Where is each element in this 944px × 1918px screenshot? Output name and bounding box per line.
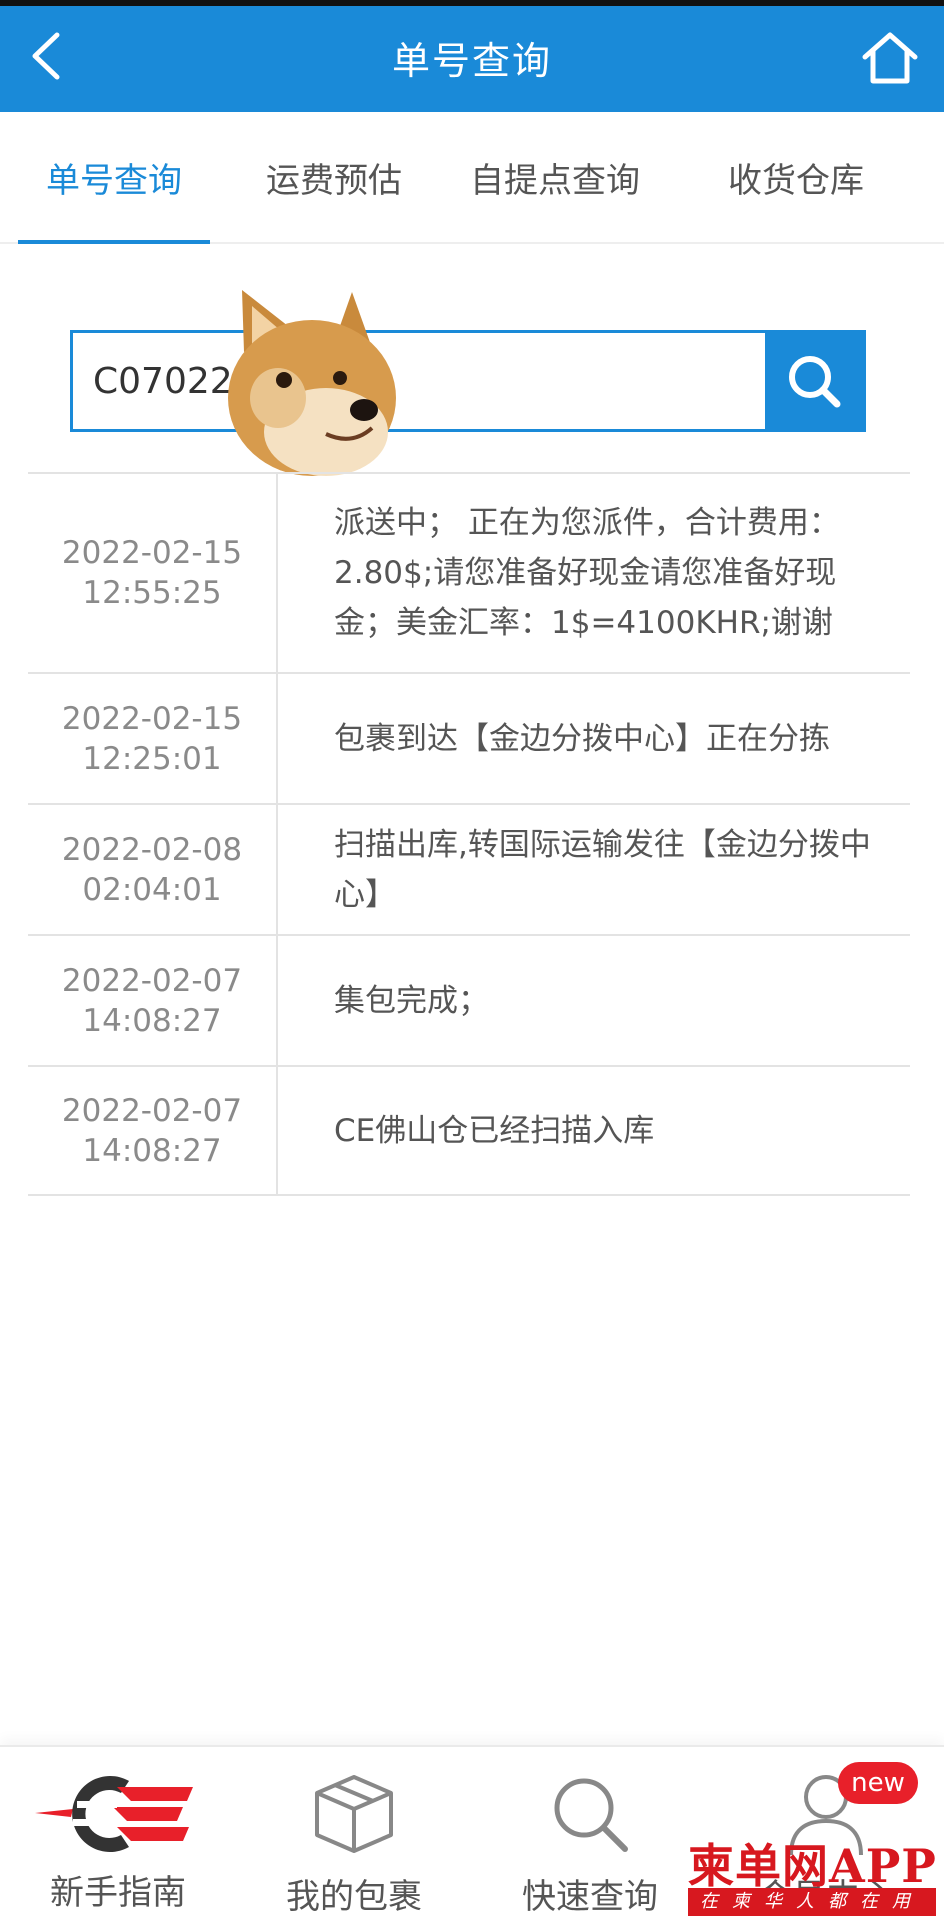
app-watermark: 柬单网APP 在柬华人都在用 [680,1830,944,1918]
nav-label: 新手指南 [50,1873,186,1913]
timeline-date: 2022-02-07 [61,962,243,999]
top-app-bar: 单号查询 [0,0,944,112]
timeline-date: 2022-02-15 [61,535,243,571]
nav-label: 快速查询 [522,1877,658,1917]
new-badge: new [838,1762,918,1804]
status-bar-strip [0,0,944,6]
timeline-timestamp: 2022-02-07 14:08:27 [28,936,278,1065]
ce-logo-icon [33,1767,203,1861]
timeline-date: 2022-02-15 [61,700,243,737]
tab-tracking-number[interactable]: 单号查询 [18,112,210,242]
tab-receiving-warehouse[interactable]: 收货仓库 [696,112,896,242]
doge-sticker-image [228,290,396,476]
tab-bar: 单号查询 运费预估 自提点查询 收货仓库 [0,112,944,244]
timeline-time: 12:25:01 [82,740,222,777]
timeline-row: 2022-02-07 14:08:27 CE佛山仓已经扫描入库 [28,1065,910,1196]
tracking-number-input[interactable] [93,333,753,429]
timeline-description: 集包完成； [334,982,489,1019]
timeline-time: 14:08:27 [82,1002,222,1039]
search-icon [549,1767,631,1861]
nav-quick-search[interactable]: 快速查询 [472,1747,708,1918]
home-button[interactable] [858,26,922,90]
tab-freight-estimate[interactable]: 运费预估 [234,112,434,242]
timeline-timestamp: 2022-02-08 02:04:01 [28,805,278,934]
nav-label: 我的包裹 [286,1877,422,1917]
timeline-description: 包裹到达【金边分拨中心】正在分拣 [334,720,830,757]
timeline-description: 扫描出库,转国际运输发往【金边分拨中心】 [334,826,871,913]
watermark-subtitle: 在柬华人都在用 [688,1888,936,1916]
timeline-date: 2022-02-07 [61,1092,243,1129]
watermark-title: 柬单网APP [688,1839,937,1893]
timeline-row: 2022-02-07 14:08:27 集包完成； [28,934,910,1065]
search-box [70,330,866,432]
timeline-date: 2022-02-08 [61,831,243,868]
tracking-timeline: 2022-02-15 12:55:25 派送中； 正在为您派件，合计费用：2.8… [28,472,910,1196]
timeline-time: 14:08:27 [82,1132,222,1169]
timeline-timestamp: 2022-02-15 12:25:01 [28,674,278,803]
search-button[interactable] [765,333,863,429]
page-title: 单号查询 [391,39,552,83]
nav-my-packages[interactable]: 我的包裹 [236,1747,472,1918]
timeline-row: 2022-02-15 12:25:01 包裹到达【金边分拨中心】正在分拣 [28,672,910,803]
active-tab-indicator [18,240,210,244]
timeline-time: 12:55:25 [82,575,222,611]
timeline-timestamp: 2022-02-15 12:55:25 [28,474,278,672]
timeline-description: CE佛山仓已经扫描入库 [334,1112,655,1149]
tab-pickup-point[interactable]: 自提点查询 [450,112,660,242]
package-icon [311,1767,397,1861]
timeline-row: 2022-02-15 12:55:25 派送中； 正在为您派件，合计费用：2.8… [28,472,910,672]
timeline-time: 02:04:01 [82,871,222,908]
timeline-row: 2022-02-08 02:04:01 扫描出库,转国际运输发往【金边分拨中心】 [28,803,910,934]
search-icon [789,356,841,408]
home-icon [862,32,918,84]
timeline-timestamp: 2022-02-07 14:08:27 [28,1067,278,1194]
timeline-description: 派送中； 正在为您派件，合计费用：2.80$;请您准备好现金请您准备好现金；美金… [334,505,840,641]
nav-beginner-guide[interactable]: 新手指南 [0,1747,236,1918]
